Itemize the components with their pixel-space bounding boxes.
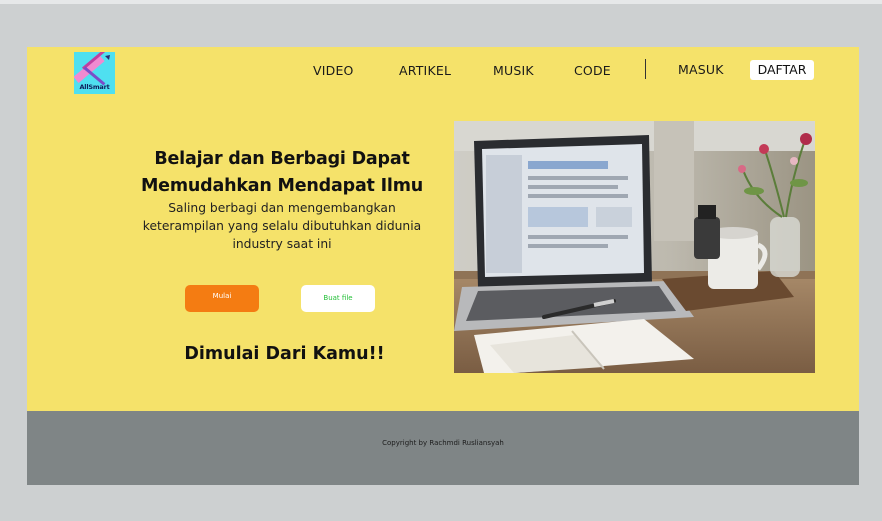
hero-headline-line2: Memudahkan Mendapat Ilmu <box>140 176 424 196</box>
nav-video[interactable]: VIDEO <box>313 63 354 78</box>
nav-artikel[interactable]: ARTIKEL <box>399 63 451 78</box>
hero-headline: Belajar dan Berbagi Dapat Memudahkan Men… <box>132 146 432 200</box>
footer: Copyright by Rachmdi Rusliansyah <box>27 411 859 485</box>
hero-image <box>454 121 815 373</box>
login-link[interactable]: MASUK <box>678 62 724 77</box>
laptop-notebook-coffee-image <box>454 121 815 373</box>
hero-subtext-line1: Saling berbagi dan mengembangkan <box>168 201 396 215</box>
copyright-text: Copyright by Rachmdi Rusliansyah <box>382 439 504 447</box>
register-button[interactable]: DAFTAR <box>750 60 814 80</box>
hero-headline-line1: Belajar dan Berbagi Dapat <box>154 149 410 169</box>
hero-subtext: Saling berbagi dan mengembangkan keteram… <box>132 199 432 253</box>
window-top-strip <box>0 0 882 4</box>
hero-tagline: Dimulai Dari Kamu!! <box>184 344 385 364</box>
landing-page: AllSmart VIDEO ARTIKEL MUSIK CODE MASUK … <box>27 47 859 485</box>
start-button[interactable]: Mulai <box>185 285 259 312</box>
create-file-button[interactable]: Buat file <box>301 285 375 312</box>
nav-divider <box>645 59 646 79</box>
nav-code[interactable]: CODE <box>574 63 611 78</box>
nav-musik[interactable]: MUSIK <box>493 63 534 78</box>
hero-subtext-line2: keterampilan yang selalu dibutuhkan didu… <box>142 219 422 233</box>
hero-subtext-line3: industry saat ini <box>232 237 332 251</box>
brand-logo[interactable]: AllSmart <box>74 52 115 94</box>
logo-text: AllSmart <box>79 83 110 91</box>
